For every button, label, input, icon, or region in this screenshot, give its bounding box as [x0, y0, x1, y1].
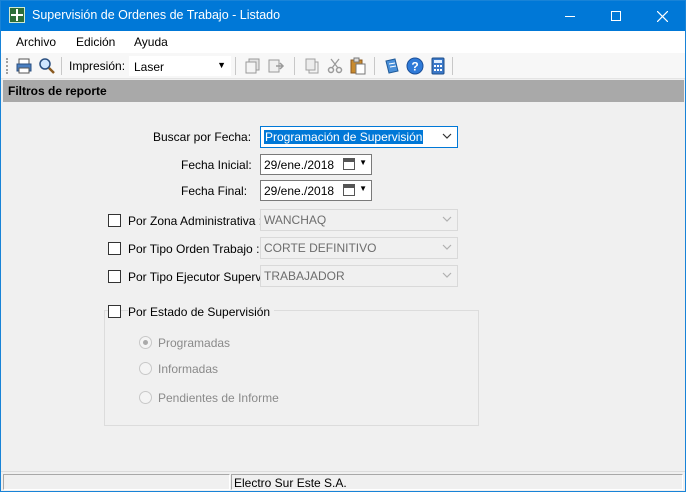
status-radio-informadas[interactable]: [139, 362, 152, 375]
calendar-icon: [343, 158, 355, 170]
search-by-date-label: Buscar por Fecha:: [153, 130, 252, 144]
printer-value: Laser: [134, 60, 165, 74]
zone-select[interactable]: WANCHAQ: [260, 209, 458, 231]
order-type-select[interactable]: CORTE DEFINITIVO: [260, 237, 458, 259]
status-option-label: Informadas: [158, 362, 219, 376]
search-by-date-value: Programación de Supervisión: [264, 130, 424, 144]
chevron-down-icon: [442, 216, 452, 222]
section-title: Filtros de reporte: [8, 84, 107, 98]
start-date-picker[interactable]: 29/ene./2018 ▼: [260, 154, 372, 175]
calendar-icon: [343, 184, 355, 196]
end-date-picker[interactable]: 29/ene./2018 ▼: [260, 180, 372, 201]
minimize-button[interactable]: [547, 1, 593, 30]
export-icon[interactable]: [267, 57, 285, 75]
status-panel-company: Electro Sur Este S.A.: [231, 474, 683, 490]
menu-ayuda[interactable]: Ayuda: [134, 35, 168, 49]
menu-bar: Archivo Edición Ayuda: [1, 31, 685, 53]
zone-label: Por Zona Administrativa :: [128, 214, 263, 228]
end-date-label: Fecha Final:: [181, 184, 248, 198]
chevron-down-icon: [442, 244, 452, 250]
status-company-text: Electro Sur Este S.A.: [234, 476, 347, 490]
executor-value: TRABAJADOR: [264, 269, 345, 283]
title-bar[interactable]: Supervisión de Ordenes de Trabajo - List…: [1, 1, 685, 31]
chevron-down-icon: ▼: [359, 158, 367, 167]
paste-icon[interactable]: [349, 57, 367, 75]
close-icon: [656, 10, 668, 23]
status-bar: Electro Sur Este S.A.: [1, 471, 685, 491]
toolbar-separator: [61, 57, 62, 75]
status-checkbox[interactable]: [108, 305, 121, 318]
copy-icon[interactable]: [303, 57, 321, 75]
notes-icon[interactable]: [383, 57, 401, 75]
order-type-value: CORTE DEFINITIVO: [264, 241, 377, 255]
maximize-button[interactable]: [593, 1, 639, 30]
start-date-label: Fecha Inicial:: [181, 158, 252, 172]
status-option-label: Pendientes de Informe: [158, 391, 279, 405]
order-type-checkbox[interactable]: [108, 242, 121, 255]
close-button[interactable]: [639, 1, 685, 30]
zone-checkbox[interactable]: [108, 214, 121, 227]
printer-select[interactable]: Laser ▼: [129, 56, 231, 76]
help-icon[interactable]: ?: [406, 57, 424, 75]
start-date-value: 29/ene./2018: [264, 158, 335, 172]
print-icon[interactable]: [15, 57, 33, 75]
order-type-label: Por Tipo Orden Trabajo :: [128, 242, 260, 256]
chevron-down-icon: [442, 133, 452, 139]
search-by-date-select[interactable]: Programación de Supervisión: [260, 126, 458, 148]
toolbar: Impresión: Laser ▼ ?: [1, 53, 685, 79]
zone-value: WANCHAQ: [264, 213, 327, 227]
chevron-down-icon: ▼: [217, 60, 226, 70]
status-panel-left: [3, 474, 230, 490]
menu-edicion[interactable]: Edición: [76, 35, 115, 49]
end-date-value: 29/ene./2018: [264, 184, 335, 198]
status-radio-pendientes[interactable]: [139, 391, 152, 404]
executor-label: Por Tipo Ejecutor Superv. :: [128, 270, 271, 284]
toolbar-separator: [374, 57, 375, 75]
preview-icon[interactable]: [38, 57, 56, 75]
chevron-down-icon: [442, 272, 452, 278]
filters-panel: Buscar por Fecha: Programación de Superv…: [3, 102, 684, 470]
toolbar-separator: [452, 57, 453, 75]
chevron-down-icon: ▼: [359, 184, 367, 193]
main-window: Supervisión de Ordenes de Trabajo - List…: [0, 0, 686, 492]
minimize-icon: [565, 15, 575, 17]
toolbar-separator: [235, 57, 236, 75]
svg-text:?: ?: [411, 60, 418, 74]
copy-page-icon[interactable]: [244, 57, 262, 75]
toolbar-separator: [294, 57, 295, 75]
toolbar-grip[interactable]: [6, 58, 8, 74]
menu-archivo[interactable]: Archivo: [16, 35, 56, 49]
print-label: Impresión:: [69, 59, 126, 73]
window-title: Supervisión de Ordenes de Trabajo - List…: [32, 8, 281, 22]
status-label: Por Estado de Supervisión: [128, 305, 275, 319]
cut-icon[interactable]: [326, 57, 344, 75]
status-option-label: Programadas: [158, 336, 231, 350]
executor-select[interactable]: TRABAJADOR: [260, 265, 458, 287]
calculator-icon[interactable]: [429, 57, 447, 75]
app-icon: [9, 7, 25, 23]
status-radio-programadas[interactable]: [139, 336, 152, 349]
maximize-icon: [611, 11, 621, 22]
section-header: Filtros de reporte: [3, 80, 684, 102]
executor-checkbox[interactable]: [108, 270, 121, 283]
